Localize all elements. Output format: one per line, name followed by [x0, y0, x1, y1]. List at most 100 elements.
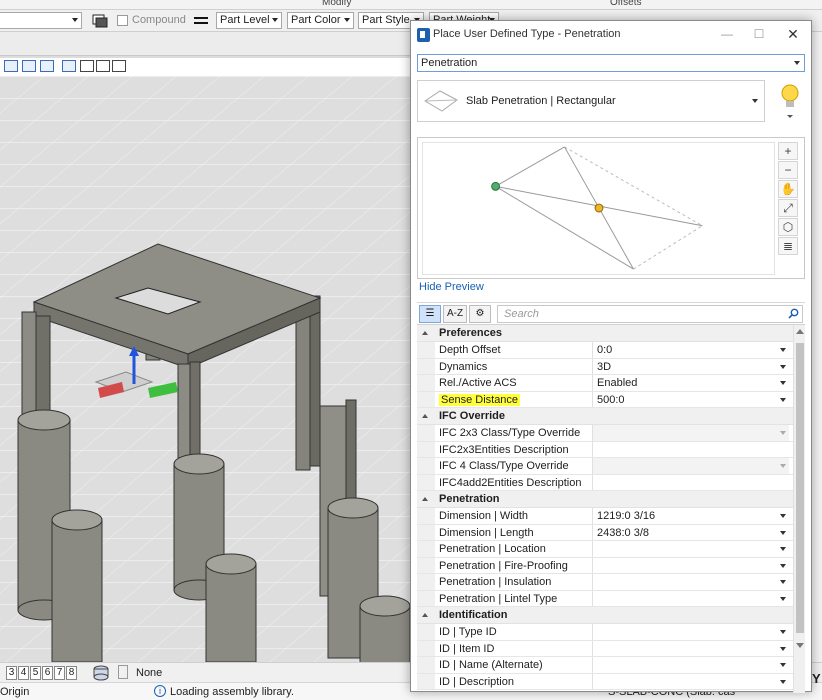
fit-view-icon[interactable] — [62, 60, 76, 72]
view-attributes-icon[interactable] — [4, 60, 18, 72]
property-value-field[interactable] — [593, 674, 789, 690]
property-pages-icon[interactable]: ⚙ — [469, 305, 491, 323]
maximize-button[interactable]: ☐ — [745, 23, 773, 45]
property-value-field[interactable]: 500:0 — [593, 392, 789, 408]
filter-icon[interactable] — [80, 60, 94, 72]
property-value-field[interactable] — [593, 475, 789, 491]
categorized-view-icon[interactable]: ☰ — [419, 305, 441, 323]
property-value-field[interactable] — [593, 558, 789, 574]
sort-az-button[interactable]: A-Z — [443, 305, 467, 323]
collapse-icon[interactable] — [422, 331, 428, 335]
collapse-icon[interactable] — [422, 497, 428, 501]
property-value-field[interactable] — [593, 574, 789, 590]
chevron-down-icon[interactable] — [780, 547, 786, 551]
pier-front-right — [359, 595, 410, 662]
chevron-down-icon[interactable] — [780, 348, 786, 352]
property-value-field — [593, 458, 789, 474]
chevron-down-icon[interactable] — [780, 397, 786, 402]
chevron-down-icon[interactable] — [780, 514, 786, 518]
property-name-text: Penetration | Location — [439, 543, 546, 555]
layers-icon[interactable]: ≣ — [778, 237, 798, 255]
row-gutter — [417, 557, 435, 573]
chevron-down-icon[interactable] — [780, 596, 786, 601]
category-header[interactable]: Penetration — [417, 491, 805, 508]
clip-volume-icon[interactable] — [112, 60, 126, 72]
property-value-field[interactable]: 1219:0 3/16 — [593, 508, 789, 524]
property-value-field[interactable]: 3D — [593, 359, 789, 375]
scroll-thumb[interactable] — [796, 343, 804, 633]
view-previous-icon[interactable] — [22, 60, 36, 72]
origin-handle-icon[interactable] — [491, 181, 501, 191]
zoom-out-icon[interactable]: − — [778, 161, 798, 179]
type-dropdown[interactable]: Penetration — [417, 54, 805, 72]
property-name: Dynamics — [435, 358, 593, 374]
model-viewport[interactable] — [0, 76, 410, 662]
chevron-down-icon[interactable] — [780, 431, 786, 435]
property-value-field[interactable]: 0:0 — [593, 342, 789, 358]
view-number-button[interactable]: 8 — [66, 666, 77, 680]
view-number-button[interactable]: 6 — [42, 666, 53, 680]
category-header[interactable]: Identification — [417, 607, 805, 624]
dialog-title-bar[interactable]: Place User Defined Type - Penetration — … — [411, 21, 811, 49]
property-value-field[interactable]: 2438:0 3/8 — [593, 525, 789, 541]
compound-checkbox[interactable] — [117, 15, 128, 26]
status-bar-divider — [118, 665, 128, 679]
chevron-down-icon[interactable] — [780, 364, 786, 369]
prev-combo[interactable] — [0, 12, 82, 29]
collapse-icon[interactable] — [422, 414, 428, 418]
property-value-field[interactable] — [593, 591, 789, 607]
rotate-3d-icon[interactable]: ⬡ — [778, 218, 798, 236]
view-number-button[interactable]: 5 — [30, 666, 41, 680]
chevron-down-icon[interactable] — [780, 530, 786, 535]
item-dropdown[interactable]: Slab Penetration | Rectangular — [417, 80, 765, 122]
lightbulb-icon[interactable] — [775, 80, 805, 122]
close-button[interactable]: ✕ — [779, 23, 807, 45]
chevron-down-icon[interactable] — [780, 580, 786, 584]
view-number-button[interactable]: 4 — [18, 666, 29, 680]
property-value-field[interactable] — [593, 442, 789, 458]
color-combo[interactable]: Part Color — [287, 12, 354, 29]
zoom-in-icon[interactable]: + — [778, 142, 798, 160]
search-placeholder: Search — [504, 308, 539, 320]
level-value: Part Level — [220, 14, 270, 26]
chevron-down-icon[interactable] — [780, 663, 786, 667]
fit-view-icon[interactable]: ⤢ — [778, 199, 798, 217]
preview-canvas[interactable] — [422, 142, 775, 275]
view-number-button[interactable]: 3 — [6, 666, 17, 680]
chevron-down-icon[interactable] — [780, 646, 786, 651]
property-name: ID | Name (Alternate) — [435, 657, 593, 673]
snap-mode-icon[interactable] — [92, 665, 110, 681]
center-handle-icon[interactable] — [594, 203, 604, 213]
category-header[interactable]: Preferences — [417, 325, 805, 342]
hide-preview-link[interactable]: Hide Preview — [419, 281, 484, 293]
property-value-field[interactable] — [593, 641, 789, 657]
pan-icon[interactable]: ✋ — [778, 180, 798, 198]
preview-panel: + − ✋ ⤢ ⬡ ≣ — [417, 137, 805, 279]
chevron-down-icon[interactable] — [780, 381, 786, 385]
category-header[interactable]: IFC Override — [417, 408, 805, 425]
search-input[interactable]: Search — [497, 305, 803, 323]
level-combo[interactable]: Part Level — [216, 12, 282, 29]
property-name: Penetration | Fire-Proofing — [435, 557, 593, 573]
property-row: Dimension | Width 1219:0 3/16 — [417, 508, 805, 525]
property-value-field[interactable]: Enabled — [593, 375, 789, 391]
scroll-down-icon[interactable] — [796, 643, 804, 648]
rotate-view-icon[interactable] — [96, 60, 110, 72]
property-name-text: Penetration | Insulation — [439, 576, 552, 588]
minimize-button[interactable]: — — [713, 23, 741, 45]
chevron-down-icon[interactable] — [780, 563, 786, 568]
property-value-field[interactable] — [593, 657, 789, 673]
level-display-icon[interactable] — [92, 13, 108, 28]
line-weight-icon[interactable] — [193, 13, 209, 28]
view-next-icon[interactable] — [40, 60, 54, 72]
property-value-field[interactable] — [593, 624, 789, 640]
chevron-down-icon[interactable] — [780, 679, 786, 684]
property-name: IFC 4 Class/Type Override — [435, 458, 593, 474]
chevron-down-icon[interactable] — [780, 464, 786, 468]
property-grid-scrollbar[interactable] — [793, 325, 805, 693]
chevron-down-icon[interactable] — [780, 630, 786, 634]
property-value-field[interactable] — [593, 541, 789, 557]
view-number-button[interactable]: 7 — [54, 666, 65, 680]
scroll-up-icon[interactable] — [796, 329, 804, 334]
collapse-icon[interactable] — [422, 613, 428, 617]
